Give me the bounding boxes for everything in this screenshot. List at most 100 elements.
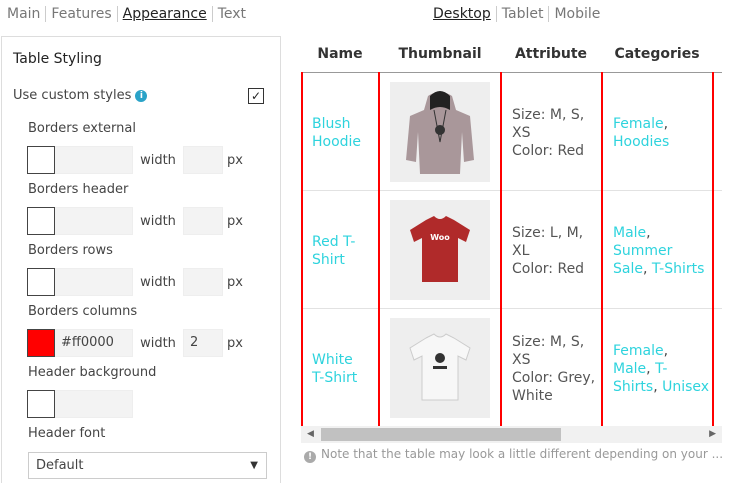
use-custom-styles-label: Use custom styles [13,88,132,103]
width-label: width [140,213,176,229]
red-tshirt-image: Woo [410,216,470,282]
product-name-link[interactable]: Blush Hoodie [312,115,361,151]
header-categories: Categories [614,46,700,62]
tab-features[interactable]: Features [45,6,116,22]
settings-tabs: Main Features Appearance Text [7,5,251,23]
column-border [712,72,714,426]
attribute-line: White [512,388,553,404]
preview-note: ! Note that the table may look a little d… [304,447,724,463]
chevron-down-icon: ▼ [250,460,258,471]
preview-note-text: Note that the table may look a little di… [321,447,724,461]
borders-rows-color-input[interactable] [55,268,133,296]
header-font-select[interactable]: Default ▼ [28,452,267,479]
category-link[interactable]: Unisex [662,379,709,395]
borders-header-swatch[interactable] [27,207,55,235]
header-font-value: Default [36,458,84,473]
column-border [601,72,603,426]
separator: , [653,379,658,395]
borders-columns-swatch[interactable] [27,329,55,357]
panel-title: Table Styling [13,51,102,67]
borders-external-swatch[interactable] [27,146,55,174]
category-link[interactable]: Male [613,225,646,241]
attribute-line: Size: M, S, [512,334,585,350]
width-label: width [140,335,176,351]
product-thumbnail[interactable] [390,82,490,182]
borders-rows-row: width px [27,268,243,296]
borders-external-row: width px [27,146,243,174]
header-thumbnail: Thumbnail [398,46,482,62]
horizontal-scrollbar[interactable]: ◀ ▶ [301,426,722,443]
category-link[interactable]: Hoodies [613,134,669,150]
table-body: Blush Hoodie Size: M, S, XS Color: Red F… [301,72,722,426]
borders-rows-width-input[interactable] [183,268,223,296]
header-background-row [27,390,133,418]
px-label: px [227,335,243,351]
borders-columns-color-input[interactable]: #ff0000 [55,329,133,357]
category-link[interactable]: T-Shirts [652,261,705,277]
scroll-right-icon[interactable]: ▶ [709,429,716,439]
borders-external-width-input[interactable] [183,146,223,174]
column-border [378,72,380,426]
px-label: px [227,274,243,290]
header-name: Name [317,46,363,62]
warning-icon: ! [304,451,316,463]
category-link[interactable]: Male [613,361,646,377]
attribute-line: Color: Grey, [512,370,596,386]
header-attribute: Attribute [514,46,588,62]
tab-appearance[interactable]: Appearance [116,6,212,22]
category-link[interactable]: Female [613,116,664,132]
name-line: Shirt [312,252,345,268]
product-thumbnail[interactable] [390,318,490,418]
separator: , [646,361,651,377]
borders-columns-width-input[interactable]: 2 [183,329,223,357]
category-link[interactable]: Shirts [613,379,653,395]
px-label: px [227,213,243,229]
use-custom-styles-checkbox[interactable]: ✓ [248,88,264,104]
px-label: px [227,152,243,168]
borders-header-width-input[interactable] [183,207,223,235]
table-header: Name Thumbnail Attribute Categories [301,36,722,72]
column-border [500,72,502,426]
borders-external-label: Borders external [28,121,136,136]
tab-mobile[interactable]: Mobile [548,6,605,22]
header-font-label: Header font [28,426,106,441]
borders-header-row: width px [27,207,243,235]
scroll-left-icon[interactable]: ◀ [307,429,314,439]
category-link[interactable]: T- [655,361,667,377]
borders-header-color-input[interactable] [55,207,133,235]
borders-columns-row: #ff0000 width 2 px [27,329,243,357]
attribute-line: Color: Red [512,261,585,277]
table-preview: Name Thumbnail Attribute Categories Blus… [301,36,722,426]
tab-desktop[interactable]: Desktop [433,6,496,22]
separator: , [646,225,651,241]
table-row: Red T- Shirt Woo Size: L, M, XL Color: R… [301,191,722,309]
categories-cell: Male, Summer Sale, T-Shirts [613,224,704,278]
tab-main[interactable]: Main [7,6,45,22]
scrollbar-thumb[interactable] [321,428,561,441]
attribute-line: Color: Red [512,143,585,159]
category-link[interactable]: Female [613,343,664,359]
attribute-line: XS [512,125,531,141]
borders-columns-label: Borders columns [28,304,138,319]
attribute-cell: Size: M, S, XS Color: Grey, White [512,333,595,405]
borders-header-label: Borders header [28,182,129,197]
info-icon[interactable]: i [135,90,148,102]
tab-text[interactable]: Text [211,6,251,22]
product-name-link[interactable]: Red T- Shirt [312,233,355,269]
name-line: T-Shirt [312,370,358,386]
table-row: White T-Shirt Size: M, S, XS Color: Grey… [301,309,722,426]
product-thumbnail[interactable]: Woo [390,200,490,300]
attribute-line: Size: M, S, [512,107,585,123]
borders-external-color-input[interactable] [55,146,133,174]
header-background-color-input[interactable] [55,390,133,418]
separator: , [642,261,648,277]
attribute-cell: Size: M, S, XS Color: Red [512,106,584,160]
tab-tablet[interactable]: Tablet [495,6,549,22]
category-link[interactable]: Sale [613,261,643,277]
separator: , [663,116,669,132]
category-link[interactable]: Summer [613,243,672,259]
header-background-swatch[interactable] [27,390,55,418]
table-row: Blush Hoodie Size: M, S, XS Color: Red F… [301,73,722,191]
product-name-link[interactable]: White T-Shirt [312,351,357,387]
borders-rows-swatch[interactable] [27,268,55,296]
